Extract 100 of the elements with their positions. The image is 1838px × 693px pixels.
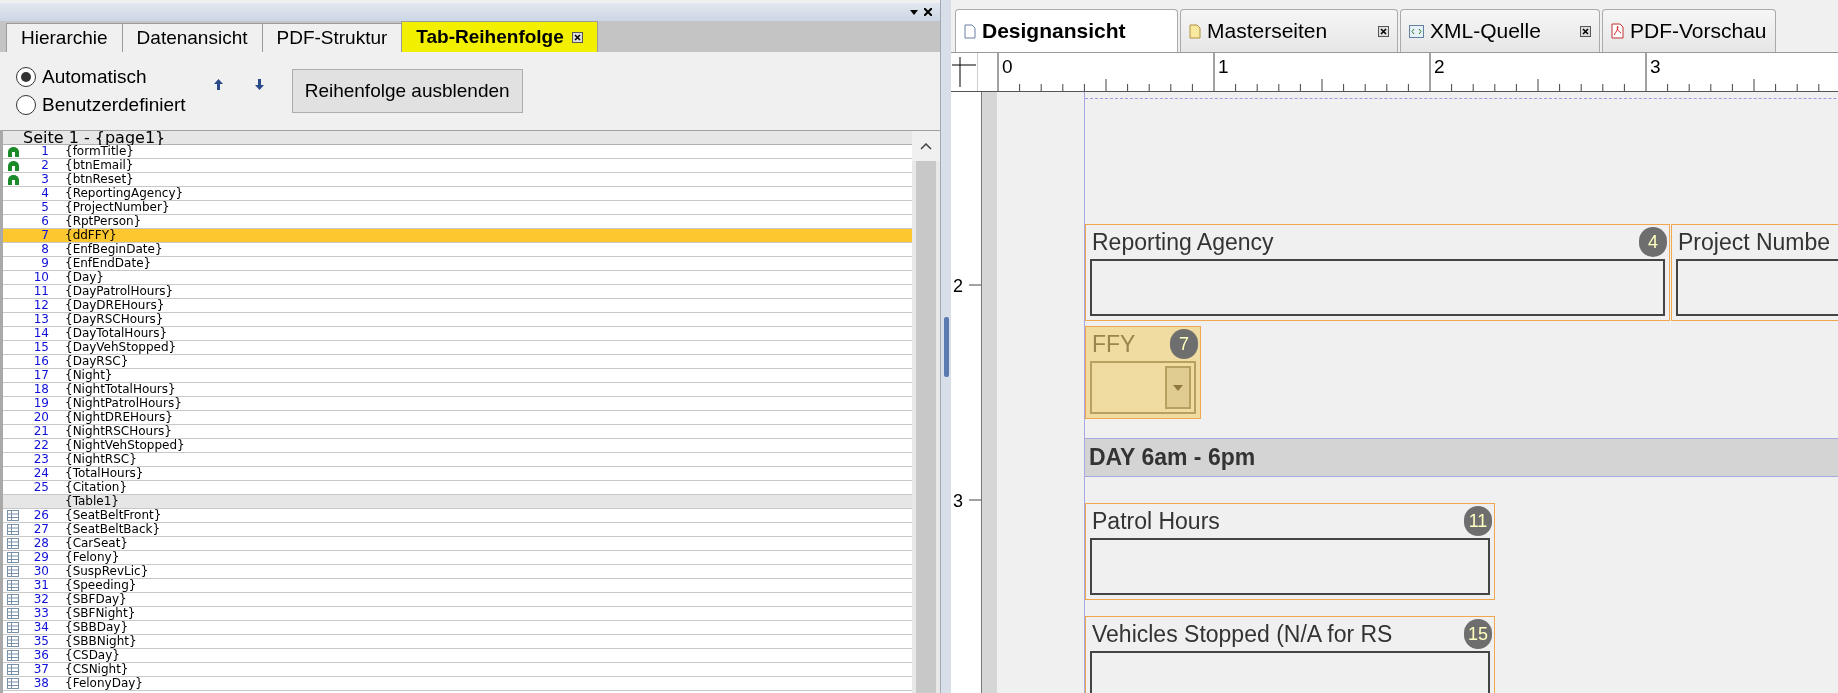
tab-order-row[interactable]: 27 {SeatBeltBack} (3, 523, 912, 537)
field-name: {Citation} (65, 481, 128, 494)
tab-order-row[interactable]: 17 {Night} (3, 369, 912, 383)
tab-order-row[interactable]: 4 {ReportingAgency} (3, 187, 912, 201)
table-icon (7, 622, 19, 633)
dropdown-icon[interactable] (910, 9, 918, 15)
field-name: {Table1} (65, 495, 119, 508)
input-field[interactable] (1090, 651, 1490, 693)
tab-order-row[interactable]: 34 {SBBDay} (3, 621, 912, 635)
table-icon (7, 664, 19, 675)
radio-option[interactable]: Benutzerdefiniert (16, 94, 186, 116)
tab-order-row[interactable]: 30 {SuspRevLic} (3, 565, 912, 579)
text-field[interactable]: Reporting Agency 4 (1085, 224, 1670, 321)
field-name: {EnfEndDate} (65, 257, 152, 270)
input-field[interactable] (1090, 538, 1490, 595)
view-tab[interactable]: Masterseiten (1180, 9, 1398, 52)
tab-order-row[interactable]: 7 {ddFFY} (3, 229, 912, 243)
tab-order-row[interactable]: 29 {Felony} (3, 551, 912, 565)
field-name: {btnEmail} (65, 159, 134, 172)
tab-order-row[interactable]: 31 {Speeding} (3, 579, 912, 593)
field-name: {Speeding} (65, 579, 137, 592)
move-down-icon[interactable] (254, 78, 264, 90)
tab-order-row[interactable]: {Table1} (3, 495, 912, 509)
tab-order-row[interactable]: 1 {formTitle} (3, 145, 912, 159)
table-icon (7, 524, 19, 535)
panel-tab[interactable]: Tab-Reihenfolge (401, 21, 598, 52)
order-number: 35 (32, 635, 49, 648)
tab-order-row[interactable]: 2 {btnEmail} (3, 159, 912, 173)
tab-order-row[interactable]: 32 {SBFDay} (3, 593, 912, 607)
tab-order-row[interactable]: 10 {Day} (3, 271, 912, 285)
order-number: 26 (32, 509, 49, 522)
tab-order-row[interactable]: 26 {SeatBeltFront} (3, 509, 912, 523)
tab-order-row[interactable]: 35 {SBBNight} (3, 635, 912, 649)
tab-order-row[interactable]: 3 {btnReset} (3, 173, 912, 187)
text-field[interactable]: Vehicles Stopped (N/A for RS 15 (1085, 616, 1495, 693)
dropdown-field[interactable]: FFY 7 (1085, 326, 1201, 419)
radio-button[interactable] (16, 67, 36, 87)
tab-order-row[interactable]: 37 {CSNight} (3, 663, 912, 677)
tab-order-row[interactable]: 33 {SBFNight} (3, 607, 912, 621)
tab-order-row[interactable]: 38 {FelonyDay} (3, 677, 912, 691)
tab-order-row[interactable]: 28 {CarSeat} (3, 537, 912, 551)
tab-order-row[interactable]: 6 {RptPerson} (3, 215, 912, 229)
tab-order-row[interactable]: 16 {DayRSC} (3, 355, 912, 369)
field-name: {ddFFY} (65, 229, 117, 242)
tab-order-row[interactable]: 24 {TotalHours} (3, 467, 912, 481)
tab-order-row[interactable]: 14 {DayTotalHours} (3, 327, 912, 341)
view-tab[interactable]: Designansicht (955, 9, 1178, 52)
radio-label: Benutzerdefiniert (42, 94, 186, 116)
tab-order-badge: 15 (1464, 619, 1492, 649)
tab-order-row[interactable]: 36 {CSDay} (3, 649, 912, 663)
view-tab[interactable]: XML-Quelle (1400, 9, 1600, 52)
hide-order-button[interactable]: Reihenfolge ausblenden (291, 69, 523, 113)
ruler-label: 2 (953, 276, 963, 296)
order-number: 7 (40, 229, 49, 242)
radio-button[interactable] (16, 95, 36, 115)
tab-order-row[interactable]: 23 {NightRSC} (3, 453, 912, 467)
tab-order-row[interactable]: 25 {Citation} (3, 481, 912, 495)
tab-order-row[interactable]: 9 {EnfEndDate} (3, 257, 912, 271)
order-number: 25 (32, 481, 49, 494)
tab-order-row[interactable]: 15 {DayVehStopped} (3, 341, 912, 355)
order-number: 28 (32, 537, 49, 550)
ruler-label: 3 (953, 491, 963, 511)
scrollbar-thumb[interactable] (916, 161, 936, 693)
scroll-up-icon[interactable] (920, 142, 932, 150)
tab-order-row[interactable]: 11 {DayPatrolHours} (3, 285, 912, 299)
tab-order-badge: 7 (1170, 329, 1198, 359)
panel-tab[interactable]: Datenansicht (121, 23, 263, 52)
move-up-icon[interactable] (213, 78, 223, 90)
order-number: 19 (32, 397, 49, 410)
tab-order-row[interactable]: 8 {EnfBeginDate} (3, 243, 912, 257)
panel-tab[interactable]: Hierarchie (6, 23, 123, 52)
table-icon (7, 608, 19, 619)
tab-order-row[interactable]: 5 {ProjectNumber} (3, 201, 912, 215)
field-label: Reporting Agency (1091, 229, 1274, 255)
panel-tab[interactable]: PDF-Struktur (261, 23, 403, 52)
tab-order-row[interactable]: 13 {DayRSCHours} (3, 313, 912, 327)
dropdown-button[interactable] (1165, 366, 1191, 409)
input-field[interactable] (1090, 259, 1665, 316)
field-name: {formTitle} (65, 145, 134, 158)
text-field[interactable]: Patrol Hours 11 (1085, 503, 1495, 600)
tab-order-row[interactable]: 12 {DayDREHours} (3, 299, 912, 313)
close-icon[interactable] (1580, 25, 1591, 37)
table-icon (7, 636, 19, 647)
order-number: 30 (32, 565, 49, 578)
tab-order-row[interactable]: 20 {NightDREHours} (3, 411, 912, 425)
text-field[interactable]: Project Numbe (1671, 224, 1838, 321)
tab-order-row[interactable]: 21 {NightRSCHours} (3, 425, 912, 439)
tab-order-row[interactable]: 19 {NightPatrolHours} (3, 397, 912, 411)
view-tab[interactable]: PDF-Vorschau (1602, 9, 1776, 52)
close-icon[interactable] (924, 8, 932, 16)
order-number: 22 (32, 439, 49, 452)
tab-order-row[interactable]: 22 {NightVehStopped} (3, 439, 912, 453)
order-number: 13 (32, 313, 49, 326)
splitter-handle[interactable] (943, 316, 949, 377)
order-number: 21 (32, 425, 49, 438)
order-number: 32 (32, 593, 49, 606)
close-icon[interactable] (571, 31, 583, 43)
tab-order-row[interactable]: 18 {NightTotalHours} (3, 383, 912, 397)
close-icon[interactable] (1378, 25, 1389, 37)
radio-option[interactable]: Automatisch (16, 66, 186, 88)
